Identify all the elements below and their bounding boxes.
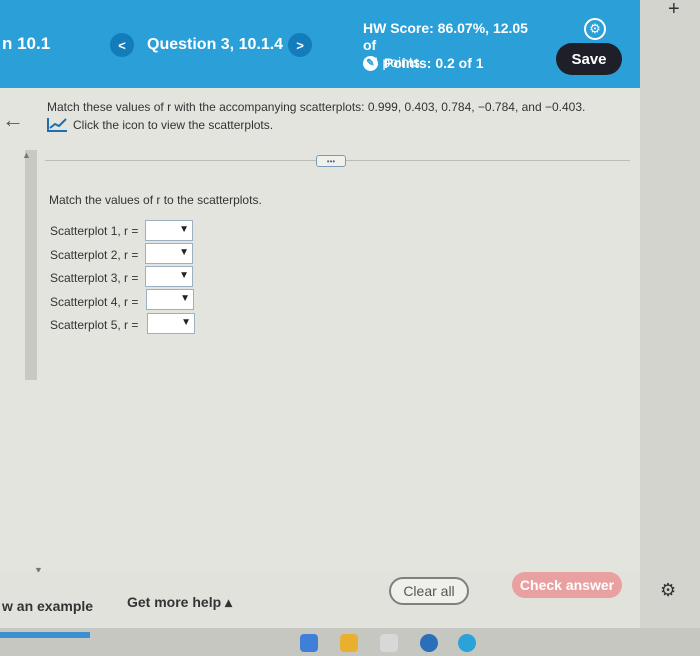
- points-label: Points: 0.2 of 1: [384, 55, 484, 71]
- dock-accent: [0, 632, 90, 638]
- gear-icon[interactable]: ⚙: [584, 18, 606, 40]
- section-title: n 10.1: [2, 34, 51, 53]
- scroll-up-icon[interactable]: ▲: [22, 150, 31, 160]
- scatterplot-label: Scatterplot 1, r =: [50, 224, 139, 238]
- back-arrow-icon[interactable]: ←: [2, 107, 24, 133]
- vertical-scrollbar[interactable]: [25, 150, 37, 380]
- match-row: Scatterplot 3, r =: [50, 267, 138, 289]
- scatterplot-link[interactable]: Click the icon to view the scatterplots.: [47, 118, 273, 132]
- expand-handle[interactable]: •••: [316, 155, 346, 167]
- dropdown-arrow-icon: ▼: [179, 224, 189, 235]
- plus-icon[interactable]: +: [668, 0, 680, 21]
- question-prompt: Match these values of r with the accompa…: [47, 100, 586, 114]
- dropdown-arrow-icon: ▼: [179, 270, 189, 281]
- r-value-dropdown[interactable]: ▼: [145, 266, 193, 287]
- save-button[interactable]: Save: [556, 43, 622, 75]
- app-icon[interactable]: [380, 634, 398, 652]
- hw-score-text: HW Score: 86.07%, 12.05 of: [363, 20, 528, 53]
- r-value-dropdown[interactable]: ▼: [146, 289, 194, 310]
- r-value-dropdown[interactable]: ▼: [147, 313, 195, 334]
- scatterplot-link-text: Click the icon to view the scatterplots.: [73, 118, 274, 132]
- chevron-right-icon: >: [296, 37, 304, 53]
- match-instruction: Match the values of r to the scatterplot…: [49, 193, 262, 207]
- app-icon[interactable]: [420, 634, 438, 652]
- r-value-dropdown[interactable]: ▼: [145, 220, 193, 241]
- scatterplot-label: Scatterplot 2, r =: [50, 248, 139, 262]
- match-row: Scatterplot 4, r =: [50, 291, 138, 313]
- partial-credit-icon: ✎: [363, 55, 378, 71]
- app-icon[interactable]: [458, 634, 476, 652]
- app-header: n 10.1 < Question 3, 10.1.4 > HW Score: …: [0, 0, 640, 88]
- next-question-button[interactable]: >: [288, 33, 312, 57]
- chevron-left-icon: <: [118, 37, 126, 53]
- scatterplot-label: Scatterplot 5, r =: [50, 318, 139, 332]
- scatterplot-label: Scatterplot 4, r =: [50, 295, 139, 309]
- app-icon[interactable]: [340, 634, 358, 652]
- clear-all-button[interactable]: Clear all: [389, 577, 469, 605]
- app-icon[interactable]: [300, 634, 318, 652]
- question-points: ✎ Points: 0.2 of 1: [363, 55, 484, 71]
- dropdown-arrow-icon: ▼: [181, 317, 191, 328]
- previous-question-button[interactable]: <: [110, 33, 134, 57]
- question-title: Question 3, 10.1.4: [147, 36, 284, 53]
- r-value-dropdown[interactable]: ▼: [145, 243, 193, 264]
- get-more-help-button[interactable]: Get more help ▴: [127, 594, 232, 611]
- dropdown-arrow-icon: ▼: [180, 293, 190, 304]
- check-answer-button[interactable]: Check answer: [512, 572, 622, 598]
- match-row: Scatterplot 1, r =: [50, 220, 138, 242]
- view-example-link[interactable]: w an example: [2, 598, 93, 614]
- match-row: Scatterplot 5, r =: [50, 314, 138, 336]
- scatterplot-label: Scatterplot 3, r =: [50, 271, 139, 285]
- match-row: Scatterplot 2, r =: [50, 244, 138, 266]
- browser-side-strip: [640, 0, 700, 656]
- dropdown-arrow-icon: ▼: [179, 247, 189, 258]
- chart-icon[interactable]: [47, 118, 67, 132]
- gear-icon[interactable]: ⚙: [660, 580, 676, 601]
